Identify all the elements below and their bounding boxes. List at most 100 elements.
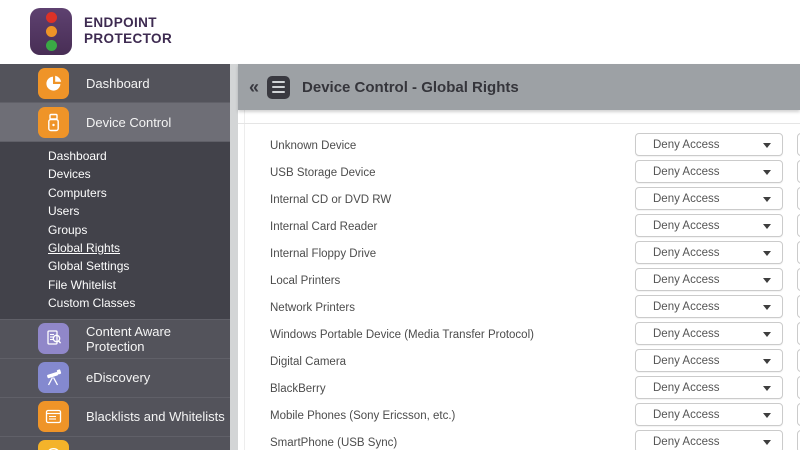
submenu-item-dashboard[interactable]: Dashboard (48, 147, 230, 165)
access-dropdown[interactable]: Deny Access (635, 268, 783, 291)
sidebar-item-content-aware-protection[interactable]: Content Aware Protection (0, 320, 230, 359)
sidebar-nav: Dashboard Device Control Dashboard Devic… (0, 64, 230, 450)
submenu-item-global-rights[interactable]: Global Rights (48, 239, 230, 257)
device-name: USB Storage Device (270, 167, 375, 179)
brand-name: ENDPOINT PROTECTOR (84, 15, 172, 47)
submenu-item-users[interactable]: Users (48, 202, 230, 220)
sidebar-item-ediscovery[interactable]: eDiscovery (0, 359, 230, 398)
device-name: BlackBerry (270, 383, 326, 395)
access-dropdown[interactable]: Deny Access (635, 403, 783, 426)
access-dropdown[interactable]: Deny Access (635, 214, 783, 237)
access-dropdown-value: Deny Access (653, 382, 719, 394)
device-control-submenu: Dashboard Devices Computers Users Groups… (0, 142, 230, 320)
access-dropdown[interactable]: Deny Access (635, 187, 783, 210)
usb-drive-icon (38, 107, 69, 138)
submenu-item-groups[interactable]: Groups (48, 221, 230, 239)
chevron-down-icon (763, 224, 771, 229)
chevron-down-icon (763, 170, 771, 175)
access-dropdown-value: Deny Access (653, 409, 719, 421)
top-bar: ENDPOINT PROTECTOR (0, 0, 800, 64)
sidebar-item-device-control[interactable]: Device Control (0, 103, 230, 142)
access-dropdown-value: Deny Access (653, 139, 719, 151)
list-menu-icon[interactable] (267, 76, 290, 99)
page-header: « Device Control - Global Rights (238, 64, 800, 110)
access-dropdown-value: Deny Access (653, 193, 719, 205)
access-dropdown-value: Deny Access (653, 166, 719, 178)
table-row: Internal Floppy Drive Deny Access (238, 240, 800, 267)
device-name: SmartPhone (USB Sync) (270, 437, 397, 449)
submenu-item-global-settings[interactable]: Global Settings (48, 257, 230, 275)
device-name: Windows Portable Device (Media Transfer … (270, 329, 534, 341)
device-name: Unknown Device (270, 140, 356, 152)
device-name: Internal CD or DVD RW (270, 194, 391, 206)
table-row: Mobile Phones (Sony Ericsson, etc.) Deny… (238, 402, 800, 429)
pie-chart-icon (38, 68, 69, 99)
sidebar-item-label: eDiscovery (86, 370, 150, 385)
table-row: Internal Card Reader Deny Access (238, 213, 800, 240)
chevron-down-icon (763, 413, 771, 418)
sidebar-item-blacklists-whitelists[interactable]: Blacklists and Whitelists (0, 398, 230, 437)
table-row: SmartPhone (USB Sync) Deny Access (238, 429, 800, 450)
access-dropdown[interactable]: Deny Access (635, 241, 783, 264)
submenu-item-file-whitelist[interactable]: File Whitelist (48, 276, 230, 294)
sidebar-item-enforced-encryption[interactable]: Enforced Encryption (0, 437, 230, 450)
sidebar-item-label: Content Aware Protection (86, 324, 230, 354)
global-rights-panel: Unknown Device Deny Access USB Storage D… (238, 110, 800, 450)
access-dropdown[interactable]: Deny Access (635, 430, 783, 450)
device-name: Internal Floppy Drive (270, 248, 376, 260)
document-scan-icon (38, 323, 69, 354)
access-dropdown[interactable]: Deny Access (635, 160, 783, 183)
submenu-item-devices[interactable]: Devices (48, 165, 230, 183)
sidebar-item-label: Device Control (86, 115, 171, 130)
device-rights-list: Unknown Device Deny Access USB Storage D… (238, 132, 800, 450)
traffic-light-logo-icon (30, 8, 72, 55)
table-row: Local Printers Deny Access (238, 267, 800, 294)
traffic-red-dot-icon (46, 12, 57, 23)
table-row: BlackBerry Deny Access (238, 375, 800, 402)
sidebar-gutter (230, 64, 238, 450)
access-dropdown[interactable]: Deny Access (635, 376, 783, 399)
chevron-down-icon (763, 440, 771, 445)
access-dropdown-value: Deny Access (653, 355, 719, 367)
access-dropdown-value: Deny Access (653, 247, 719, 259)
table-row: Digital Camera Deny Access (238, 348, 800, 375)
brand-line2: PROTECTOR (84, 31, 172, 47)
access-dropdown[interactable]: Deny Access (635, 322, 783, 345)
chevron-down-icon (763, 197, 771, 202)
chevron-down-icon (763, 359, 771, 364)
chevron-down-icon (763, 305, 771, 310)
table-row: Network Printers Deny Access (238, 294, 800, 321)
brand-line1: ENDPOINT (84, 15, 172, 31)
access-dropdown[interactable]: Deny Access (635, 295, 783, 318)
sidebar-item-label: Dashboard (86, 76, 150, 91)
panel-top-divider (238, 123, 800, 124)
access-dropdown-value: Deny Access (653, 436, 719, 448)
access-dropdown-value: Deny Access (653, 301, 719, 313)
traffic-green-dot-icon (46, 40, 57, 51)
chevron-down-icon (763, 143, 771, 148)
access-dropdown[interactable]: Deny Access (635, 349, 783, 372)
table-row: Windows Portable Device (Media Transfer … (238, 321, 800, 348)
collapse-sidebar-button[interactable]: « (249, 78, 259, 96)
disc-lock-icon (38, 440, 69, 450)
submenu-item-custom-classes[interactable]: Custom Classes (48, 294, 230, 312)
table-row: USB Storage Device Deny Access (238, 159, 800, 186)
device-name: Network Printers (270, 302, 355, 314)
device-name: Digital Camera (270, 356, 346, 368)
access-dropdown-value: Deny Access (653, 274, 719, 286)
access-dropdown[interactable]: Deny Access (635, 133, 783, 156)
table-row: Unknown Device Deny Access (238, 132, 800, 159)
device-name: Mobile Phones (Sony Ericsson, etc.) (270, 410, 455, 422)
list-window-icon (38, 401, 69, 432)
sidebar-item-dashboard[interactable]: Dashboard (0, 64, 230, 103)
table-row: Internal CD or DVD RW Deny Access (238, 186, 800, 213)
access-dropdown-value: Deny Access (653, 220, 719, 232)
device-name: Local Printers (270, 275, 340, 287)
chevron-down-icon (763, 251, 771, 256)
chevron-down-icon (763, 386, 771, 391)
access-dropdown-value: Deny Access (653, 328, 719, 340)
traffic-orange-dot-icon (46, 26, 57, 37)
device-name: Internal Card Reader (270, 221, 377, 233)
sidebar-item-label: Blacklists and Whitelists (86, 409, 225, 424)
submenu-item-computers[interactable]: Computers (48, 184, 230, 202)
